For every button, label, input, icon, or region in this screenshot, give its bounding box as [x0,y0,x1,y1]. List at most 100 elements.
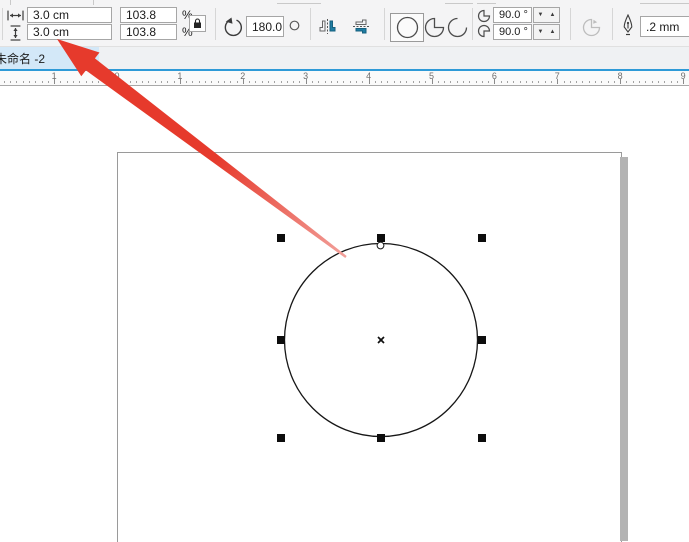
ruler-minor-tick [255,81,256,83]
mirror-horizontal-button[interactable] [316,16,339,37]
ruler-minor-tick [570,81,571,83]
arc-start-angle-icon [477,9,491,23]
ruler-minor-tick [23,81,24,83]
ruler-minor-tick [639,81,640,83]
ruler-minor-tick [60,81,61,83]
ruler-minor-tick [325,81,326,83]
ruler-minor-tick [299,81,300,83]
ruler-tick [117,79,118,84]
ruler-minor-tick [249,81,250,83]
ruler-minor-tick [230,81,231,83]
ruler-minor-tick [444,81,445,83]
ruler-minor-tick [526,81,527,83]
ruler-minor-tick [211,81,212,83]
ruler-minor-tick [274,81,275,83]
object-height-input[interactable] [27,24,112,40]
spinner-down-icon[interactable]: ▼ [538,12,544,18]
ruler-minor-tick [142,81,143,83]
ruler-minor-tick [224,81,225,83]
horizontal-ruler[interactable]: 10123456789 [0,71,689,86]
ruler-minor-tick [29,81,30,83]
toolbar-remnant [477,3,496,4]
change-direction-button[interactable] [580,16,603,39]
lock-ratio-button[interactable] [189,15,206,32]
ruler-minor-tick [387,81,388,83]
ruler-minor-tick [482,81,483,83]
ruler-minor-tick [73,81,74,83]
ellipse-icon [396,16,419,39]
ruler-minor-tick [658,81,659,83]
ruler-minor-tick [237,81,238,83]
object-width-input[interactable] [27,7,112,23]
arc-mode-button[interactable] [446,16,468,38]
ruler-minor-tick [104,81,105,83]
ruler-minor-tick [67,81,68,83]
ruler-minor-tick [626,81,627,83]
ruler-minor-tick [520,81,521,83]
spinner-up-icon[interactable]: ▲ [550,12,556,18]
ruler-minor-tick [538,81,539,83]
ruler-minor-tick [161,81,162,83]
ruler-minor-tick [148,81,149,83]
arc-end-angle-input[interactable] [493,24,532,40]
change-direction-icon [581,17,602,38]
ruler-minor-tick [469,81,470,83]
separator [472,8,473,40]
ruler-minor-tick [111,81,112,83]
arc-start-spinner[interactable]: ▼ ▲ [533,7,560,23]
ruler-minor-tick [375,81,376,83]
rotation-angle-input[interactable] [246,16,284,37]
ruler-minor-tick [595,81,596,83]
ruler-minor-tick [123,81,124,83]
toolbar-remnant [93,0,94,5]
ruler-minor-tick [331,81,332,83]
ruler-minor-tick [545,81,546,83]
property-bar: % % [0,0,689,46]
ruler-tick [54,79,55,84]
ruler-tick [306,79,307,84]
separator [570,8,571,40]
ruler-tick [369,79,370,84]
separator [2,8,3,40]
ruler-tick [180,79,181,84]
ruler-minor-tick [438,81,439,83]
ruler-tick [620,79,621,84]
ruler-minor-tick [205,81,206,83]
ruler-minor-tick [174,81,175,83]
ruler-minor-tick [406,81,407,83]
ruler-minor-tick [155,81,156,83]
scale-vertical-input[interactable] [120,24,177,40]
pie-mode-button[interactable] [423,16,445,38]
ellipse-mode-button[interactable] [390,13,424,42]
spinner-up-icon[interactable]: ▲ [550,29,556,35]
scale-horizontal-input[interactable] [120,7,177,23]
arc-icon [447,17,468,38]
ruler-minor-tick [268,81,269,83]
ruler-minor-tick [312,81,313,83]
ruler-minor-tick [463,81,464,83]
page[interactable] [117,152,622,542]
ruler-minor-tick [186,81,187,83]
ruler-minor-tick [501,81,502,83]
mirror-horizontal-icon [318,18,337,35]
ruler-minor-tick [381,81,382,83]
toolbar-remnant [10,0,11,5]
ruler-minor-tick [589,81,590,83]
mirror-vertical-button[interactable] [350,16,373,37]
outline-width-input[interactable] [640,16,689,37]
separator [384,8,385,40]
ruler-minor-tick [400,81,401,83]
ruler-minor-tick [645,81,646,83]
ruler-minor-tick [362,81,363,83]
spinner-down-icon[interactable]: ▼ [538,29,544,35]
arc-end-spinner[interactable]: ▼ ▲ [533,24,560,40]
ruler-minor-tick [576,81,577,83]
arc-start-angle-input[interactable] [493,7,532,23]
ruler-minor-tick [425,81,426,83]
separator [215,8,216,40]
ruler-minor-tick [608,81,609,83]
outline-width-pen-icon [621,14,635,37]
ruler-minor-tick [551,81,552,83]
ruler-minor-tick [532,81,533,83]
document-tab[interactable]: 未命名 -2 [0,47,99,69]
